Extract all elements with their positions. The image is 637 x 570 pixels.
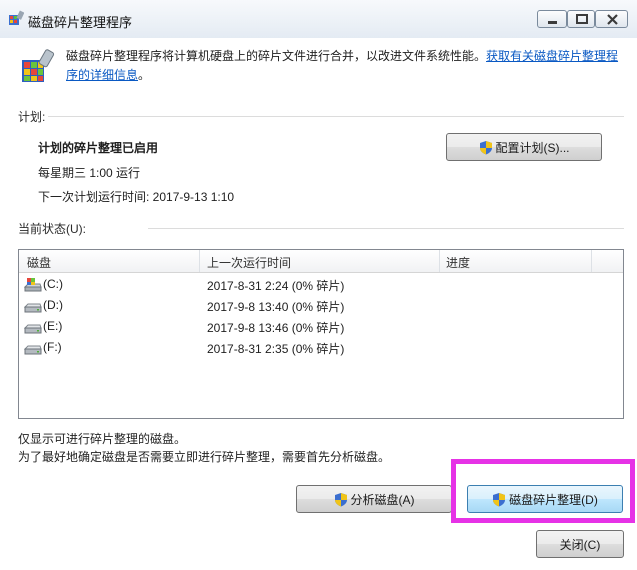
disk-row[interactable]: (D:) 2017-9-8 13:40 (0% 碎片): [19, 294, 623, 316]
column-separator[interactable]: [591, 250, 592, 272]
disk-name: (F:): [43, 340, 62, 354]
schedule-status: 计划的碎片整理已启用: [38, 141, 159, 155]
disk-last-run: 2017-8-31 2:35 (0% 碎片): [207, 342, 345, 356]
disk-name: (E:): [43, 319, 63, 333]
note-analyze-first: 为了最好地确定磁盘是否需要立即进行碎片整理，需要首先分析磁盘。: [18, 450, 391, 464]
close-button[interactable]: 关闭(C): [536, 530, 624, 558]
close-icon: [607, 14, 618, 25]
disk-list-header: 磁盘 上一次运行时间 进度: [19, 250, 623, 273]
schedule-divider: [48, 116, 624, 117]
analyze-disk-label: 分析磁盘(A): [350, 492, 415, 507]
system-drive-icon: [24, 278, 42, 292]
schedule-next-run: 下一次计划运行时间: 2017-9-13 1:10: [38, 190, 235, 204]
disk-row[interactable]: (F:) 2017-8-31 2:35 (0% 碎片): [19, 336, 623, 358]
column-header-progress[interactable]: 进度: [446, 254, 470, 271]
defrag-large-icon: [22, 49, 55, 82]
configure-schedule-label: 配置计划(S)...: [495, 140, 570, 155]
note-defraggable-only: 仅显示可进行碎片整理的磁盘。: [18, 432, 187, 446]
current-status-label: 当前状态(U):: [18, 222, 86, 236]
maximize-button[interactable]: [567, 10, 595, 28]
title-bar[interactable]: 磁盘碎片整理程序: [0, 0, 637, 38]
annotation-highlight-box: [451, 459, 635, 523]
disk-row[interactable]: (C:) 2017-8-31 2:24 (0% 碎片): [19, 273, 623, 295]
disk-last-run: 2017-9-8 13:46 (0% 碎片): [207, 321, 345, 335]
defrag-app-icon: [9, 10, 24, 25]
disk-name: (D:): [43, 298, 63, 312]
schedule-frequency: 每星期三 1:00 运行: [38, 166, 141, 180]
minimize-button[interactable]: [537, 10, 567, 28]
description-body: 磁盘碎片整理程序将计算机硬盘上的碎片文件进行合并，以改进文件系统性能。: [66, 49, 487, 63]
close-window-button[interactable]: [595, 10, 628, 28]
column-header-last-run[interactable]: 上一次运行时间: [207, 254, 291, 271]
drive-icon: [24, 345, 42, 355]
description-text: 磁盘碎片整理程序将计算机硬盘上的碎片文件进行合并，以改进文件系统性能。获取有关磁…: [66, 47, 626, 85]
close-button-label: 关闭(C): [559, 537, 601, 552]
minimize-icon: [548, 21, 557, 24]
column-header-disk[interactable]: 磁盘: [27, 254, 51, 271]
window-title: 磁盘碎片整理程序: [28, 15, 133, 30]
configure-schedule-button[interactable]: 配置计划(S)...: [446, 133, 602, 161]
drive-icon: [24, 324, 42, 334]
uac-shield-icon: [479, 141, 492, 155]
disk-name: (C:): [43, 277, 63, 291]
disk-row[interactable]: (E:) 2017-9-8 13:46 (0% 碎片): [19, 315, 623, 337]
column-separator[interactable]: [199, 250, 200, 272]
analyze-disk-button[interactable]: 分析磁盘(A): [296, 485, 452, 513]
description-suffix: 。: [138, 68, 151, 82]
maximize-icon: [576, 14, 588, 24]
disk-last-run: 2017-9-8 13:40 (0% 碎片): [207, 300, 345, 314]
disk-last-run: 2017-8-31 2:24 (0% 碎片): [207, 279, 345, 293]
column-separator[interactable]: [439, 250, 440, 272]
disk-list[interactable]: 磁盘 上一次运行时间 进度 (C:) 2017-8-31 2:24 (0% 碎片…: [18, 249, 624, 419]
defrag-window: 磁盘碎片整理程序 磁盘碎片整理程序将计算机硬盘上的碎片文件进行合并，以改进文件系…: [0, 0, 637, 570]
uac-shield-icon: [334, 493, 347, 507]
status-divider: [148, 228, 624, 229]
drive-icon: [24, 303, 42, 313]
schedule-section-label: 计划:: [18, 110, 46, 124]
